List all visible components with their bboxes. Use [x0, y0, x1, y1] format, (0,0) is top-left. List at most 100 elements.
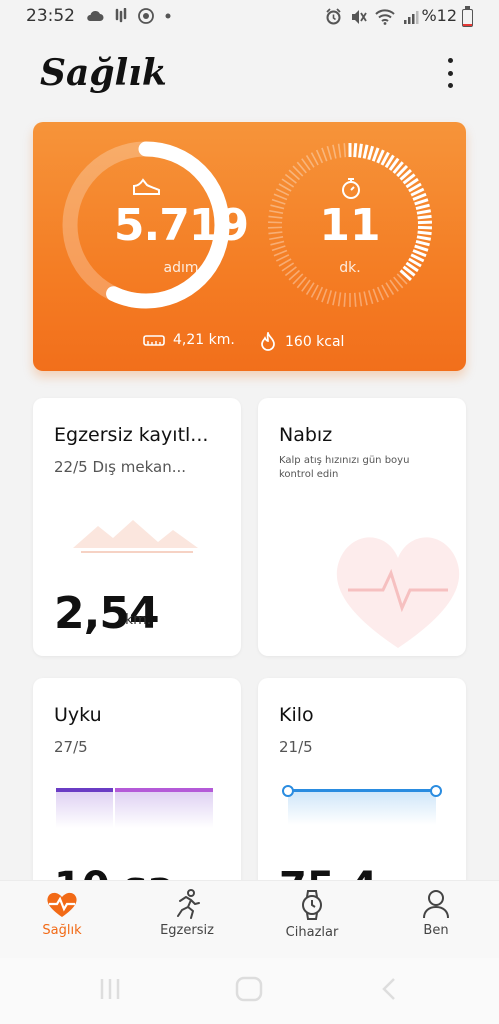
heart-rate-description: Kalp atış hızınızı gün boyu kontrol edin	[279, 455, 410, 480]
minutes-ring-tick	[321, 288, 328, 303]
heart-rate-tile[interactable]: Nabız Kalp atış hızınızı gün boyu kontro…	[258, 398, 466, 656]
minutes-ring-tick	[326, 290, 333, 305]
more-vertical-icon	[447, 58, 453, 63]
minutes-ring-tick	[332, 291, 337, 306]
watch-icon	[302, 890, 322, 920]
heart-illustration-icon	[336, 537, 460, 648]
battery-icon	[462, 6, 473, 27]
alarm-icon	[326, 8, 341, 25]
battery-fill	[463, 24, 472, 26]
heart-rate-title: Nabız	[279, 424, 333, 446]
distance-row: 4,21 km.	[143, 332, 235, 348]
minutes-ring-tick	[367, 290, 374, 305]
calories-value: 160 kcal	[285, 334, 345, 350]
person-icon	[423, 890, 449, 919]
minutes-ring-tick	[363, 291, 368, 306]
minutes-ring-tick	[278, 183, 292, 192]
sleep-date: 27/5	[54, 738, 88, 756]
dot-icon	[165, 13, 171, 19]
exercise-records-tile[interactable]: Egzersiz kayıtl... 22/5 Dış mekan... 2,5…	[33, 398, 241, 656]
sleep-tile[interactable]: Uyku 27/5 10 sa 02 dk	[33, 678, 241, 898]
minutes-ring-tick	[310, 152, 319, 166]
nav-item-me[interactable]: Ben	[386, 889, 486, 953]
more-dot	[447, 70, 453, 76]
home-icon[interactable]	[235, 976, 263, 1002]
minutes-ring-tick	[371, 147, 380, 162]
minutes-ring-tick	[412, 249, 427, 258]
weight-title: Kilo	[279, 704, 314, 726]
minutes-ring-tick	[353, 292, 357, 307]
exercise-distance-unit: km.	[125, 612, 152, 628]
calorie-row: 160 kcal	[259, 332, 344, 352]
minutes-ring-tick	[337, 143, 342, 158]
minutes-ring-tick	[343, 292, 347, 307]
nav-item-health[interactable]: Sağlık	[12, 889, 112, 953]
minutes-ring-tick	[358, 292, 363, 307]
page-title: Sağlık	[40, 52, 167, 94]
exercise-subtitle: 22/5 Dış mekan...	[54, 458, 187, 476]
minutes-ring-tick	[310, 284, 319, 298]
nav-label-devices: Cihazlar	[285, 925, 339, 940]
minutes-ring-tick	[353, 143, 358, 158]
status-right-icons	[325, 8, 419, 25]
minutes-ring-tick	[326, 145, 333, 160]
weight-date: 21/5	[279, 738, 313, 756]
minutes-ring-tick	[381, 284, 390, 298]
recent-apps-icon[interactable]	[98, 976, 122, 1002]
nav-item-exercise[interactable]: Egzersiz	[137, 889, 237, 953]
minutes-ring-tick	[275, 188, 290, 196]
minutes-ring-tick	[367, 145, 375, 161]
sleep-deep-segment	[56, 788, 113, 792]
weight-chart-line	[288, 789, 436, 792]
exercise-title: Egzersiz kayıtl...	[54, 424, 209, 446]
more-options-button[interactable]	[441, 58, 459, 88]
minutes-ring-tick	[357, 143, 363, 158]
minutes-ring-tick	[273, 193, 288, 201]
ruler-icon	[143, 335, 165, 346]
nav-label-me: Ben	[423, 923, 449, 938]
notification-icon	[115, 8, 127, 23]
back-icon[interactable]	[380, 976, 398, 1002]
system-navigation-bar	[0, 958, 499, 1024]
flame-icon	[261, 332, 275, 351]
minutes-ring-tick	[372, 288, 379, 303]
mountain-illustration-icon	[73, 520, 198, 553]
minutes-unit: dk.	[339, 260, 361, 276]
mute-icon	[352, 9, 367, 24]
status-left-icons	[86, 8, 172, 24]
weight-end-point	[430, 785, 442, 797]
steps-value: 5.719	[113, 200, 249, 251]
minutes-ring-tick	[332, 144, 337, 159]
sleep-chart-area	[56, 788, 213, 828]
minutes-ring-tick	[315, 149, 324, 164]
more-dot	[447, 83, 453, 88]
minutes-ring-tick	[273, 249, 288, 257]
stopwatch-icon	[342, 178, 360, 199]
sleep-light-segment	[115, 788, 213, 792]
status-bar: 23:52 %12	[0, 0, 499, 34]
minutes-ring-tick	[362, 144, 369, 159]
chrome-icon	[138, 8, 154, 24]
minutes-ring-tick	[337, 292, 342, 307]
minutes-ring-tick	[315, 286, 324, 301]
minutes-ring-tick	[376, 286, 385, 301]
activity-card[interactable]: 5.719 adım 11 dk. 4,21 km. 160 kcal	[33, 122, 466, 371]
weight-tile[interactable]: Kilo 21/5 75,4	[258, 678, 466, 898]
minutes-value: 11	[319, 200, 381, 251]
shoe-icon	[133, 178, 160, 195]
heart-icon	[47, 892, 77, 917]
minutes-ring-tick	[343, 143, 347, 158]
status-time: 23:52	[26, 6, 75, 26]
weight-chart-area	[288, 791, 436, 825]
steps-unit: adım	[163, 260, 199, 276]
battery-percent: %12	[421, 6, 457, 25]
signal-icon	[404, 10, 419, 24]
sleep-chart-divider	[113, 788, 115, 828]
nav-label-health: Sağlık	[42, 923, 82, 938]
minutes-ring-tick	[412, 192, 427, 201]
wifi-icon	[375, 8, 395, 25]
nav-label-exercise: Egzersiz	[160, 923, 214, 938]
sleep-title: Uyku	[54, 704, 102, 726]
nav-item-devices[interactable]: Cihazlar	[262, 889, 362, 953]
minutes-ring-tick	[321, 147, 328, 162]
